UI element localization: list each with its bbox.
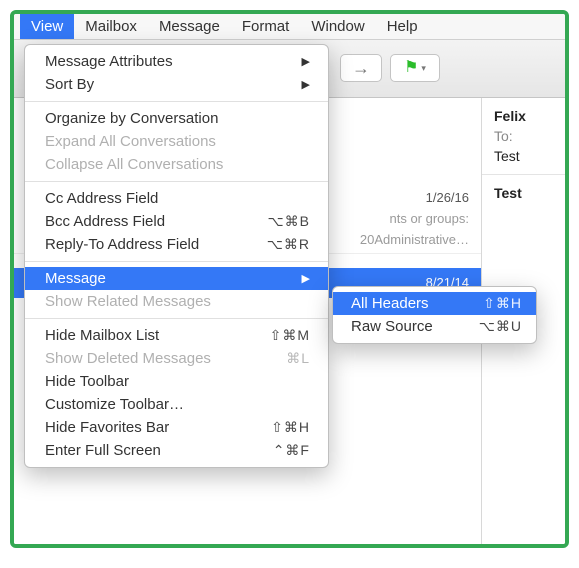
menu-shortcut: ⇧⌘M [250,327,310,344]
chevron-right-icon: ▶ [302,78,310,91]
preview-subject: Test [494,148,565,164]
menu-shortcut: ⌥⌘R [250,236,310,253]
menu-item-label: Show Related Messages [45,293,310,310]
menu-shortcut: ⇧⌘H [483,295,522,312]
toolbar-flag-button[interactable]: ⚑ ▾ [390,54,440,82]
menu-item-label: Message [45,270,302,287]
chevron-down-icon: ▾ [421,63,426,74]
menu-item-hide-mailbox-list[interactable]: Hide Mailbox List ⇧⌘M [25,324,328,347]
menu-shortcut: ⇧⌘H [250,419,310,436]
menu-item-expand-all: Expand All Conversations [25,130,328,153]
menu-item-show-deleted: Show Deleted Messages ⌘L [25,347,328,370]
submenu-item-all-headers[interactable]: All Headers ⇧⌘H [333,292,536,315]
menu-shortcut: ⌃⌘F [250,442,310,459]
message-snippet: 20Administrative… [309,232,469,247]
menu-item-label: Enter Full Screen [45,442,250,459]
menu-item-cc-field[interactable]: Cc Address Field [25,187,328,210]
preview-to-label: To: [494,128,565,144]
menu-separator [25,261,328,262]
menu-item-label: Hide Mailbox List [45,327,250,344]
menu-item-hide-favorites[interactable]: Hide Favorites Bar ⇧⌘H [25,416,328,439]
menu-item-label: Expand All Conversations [45,133,310,150]
menu-item-sort-by[interactable]: Sort By ▶ [25,73,328,96]
menu-mailbox[interactable]: Mailbox [74,14,148,39]
menu-item-label: Message Attributes [45,53,302,70]
menu-item-label: Hide Toolbar [45,373,310,390]
submenu-item-raw-source[interactable]: Raw Source ⌥⌘U [333,315,536,338]
menu-item-label: All Headers [351,295,483,312]
arrow-right-icon: → [352,58,370,79]
message-submenu: All Headers ⇧⌘H Raw Source ⌥⌘U [332,286,537,344]
message-snippet: nts or groups: [309,211,469,226]
preview-from: Felix [494,108,565,124]
menu-separator [25,181,328,182]
menu-item-label: Show Deleted Messages [45,350,250,367]
toolbar-forward-button[interactable]: → [340,54,382,82]
menu-item-organize-conversation[interactable]: Organize by Conversation [25,107,328,130]
menu-view[interactable]: View [20,14,74,39]
menu-item-label: Collapse All Conversations [45,156,310,173]
chevron-right-icon: ▶ [302,55,310,68]
menu-separator [25,101,328,102]
menu-message[interactable]: Message [148,14,231,39]
preview-subject-2: Test [494,185,565,201]
menu-item-label: Customize Toolbar… [45,396,310,413]
menu-item-label: Sort By [45,76,302,93]
menu-separator [25,318,328,319]
menu-item-show-related: Show Related Messages [25,290,328,313]
chevron-right-icon: ▶ [302,272,310,285]
menu-help[interactable]: Help [376,14,429,39]
menu-item-enter-fullscreen[interactable]: Enter Full Screen ⌃⌘F [25,439,328,462]
menu-shortcut: ⌥⌘U [479,318,522,335]
menu-item-reply-to-field[interactable]: Reply-To Address Field ⌥⌘R [25,233,328,256]
menu-item-message-submenu[interactable]: Message ▶ [25,267,328,290]
menu-item-collapse-all: Collapse All Conversations [25,153,328,176]
menu-format[interactable]: Format [231,14,301,39]
menu-item-bcc-field[interactable]: Bcc Address Field ⌥⌘B [25,210,328,233]
menu-item-message-attributes[interactable]: Message Attributes ▶ [25,50,328,73]
menu-item-customize-toolbar[interactable]: Customize Toolbar… [25,393,328,416]
menu-item-label: Hide Favorites Bar [45,419,250,436]
message-date: 1/26/16 [426,190,469,205]
preview-divider [482,174,565,175]
menubar: View Mailbox Message Format Window Help [14,14,565,40]
menu-item-label: Raw Source [351,318,479,335]
menu-item-label: Reply-To Address Field [45,236,250,253]
view-dropdown: Message Attributes ▶ Sort By ▶ Organize … [24,44,329,468]
menu-item-hide-toolbar[interactable]: Hide Toolbar [25,370,328,393]
menu-item-label: Bcc Address Field [45,213,250,230]
app-frame: View Mailbox Message Format Window Help … [10,10,569,548]
menu-item-label: Organize by Conversation [45,110,310,127]
menu-shortcut: ⌘L [250,350,310,367]
menu-window[interactable]: Window [300,14,375,39]
flag-icon: ⚑ [404,60,418,76]
menu-shortcut: ⌥⌘B [250,213,310,230]
menu-item-label: Cc Address Field [45,190,310,207]
